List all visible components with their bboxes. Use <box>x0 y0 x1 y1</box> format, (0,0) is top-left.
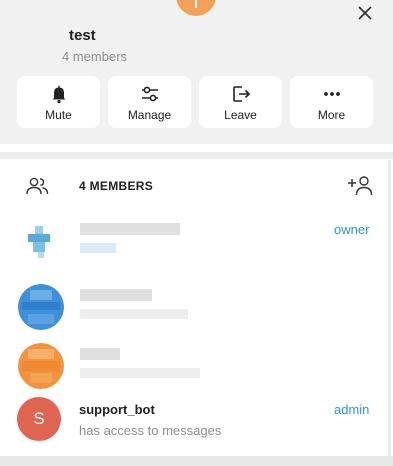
member-role: owner <box>334 222 370 237</box>
manage-label: Manage <box>127 108 172 122</box>
group-header: test 4 members Mute Manage Leave More <box>0 0 393 144</box>
close-icon[interactable] <box>356 4 374 22</box>
bell-icon <box>52 85 66 104</box>
bot-avatar: S <box>17 397 61 441</box>
leave-icon <box>233 86 251 102</box>
member-avatar <box>18 343 64 389</box>
member-status-obscured <box>80 309 188 319</box>
member-name-obscured <box>80 348 120 360</box>
manage-button[interactable]: Manage <box>108 76 191 128</box>
member-avatar <box>18 218 64 264</box>
members-title: 4 MEMBERS <box>79 179 154 193</box>
mute-label: Mute <box>45 108 72 122</box>
leave-label: Leave <box>224 108 257 122</box>
more-label: More <box>317 108 346 122</box>
bot-role: admin <box>334 402 370 417</box>
member-row[interactable]: owner <box>0 212 393 268</box>
member-avatar <box>18 284 64 330</box>
more-button[interactable]: More <box>290 76 373 128</box>
scrollbar[interactable] <box>388 160 391 456</box>
mute-button[interactable]: Mute <box>17 76 100 128</box>
section-divider <box>0 152 393 159</box>
bot-status: has access to messages <box>79 423 222 438</box>
member-name-obscured <box>80 223 180 235</box>
member-row[interactable] <box>0 278 393 334</box>
leave-button[interactable]: Leave <box>199 76 282 128</box>
add-member-icon[interactable] <box>347 174 373 198</box>
member-name-obscured <box>80 289 152 301</box>
bot-name: support_bot <box>79 402 155 417</box>
member-status-obscured <box>80 368 200 378</box>
members-icon <box>26 177 49 195</box>
action-bar: Mute Manage Leave More <box>17 76 373 128</box>
sliders-icon <box>142 86 158 102</box>
member-row[interactable] <box>0 337 393 393</box>
group-member-count: 4 members <box>62 49 128 64</box>
members-header: 4 MEMBERS <box>0 166 393 206</box>
member-status-obscured <box>80 243 116 253</box>
group-info-panel: test 4 members Mute Manage Leave More 4 … <box>0 0 393 466</box>
group-title: test <box>69 27 96 44</box>
bottom-edge <box>0 456 393 466</box>
more-icon <box>324 92 340 96</box>
group-avatar <box>176 0 216 16</box>
